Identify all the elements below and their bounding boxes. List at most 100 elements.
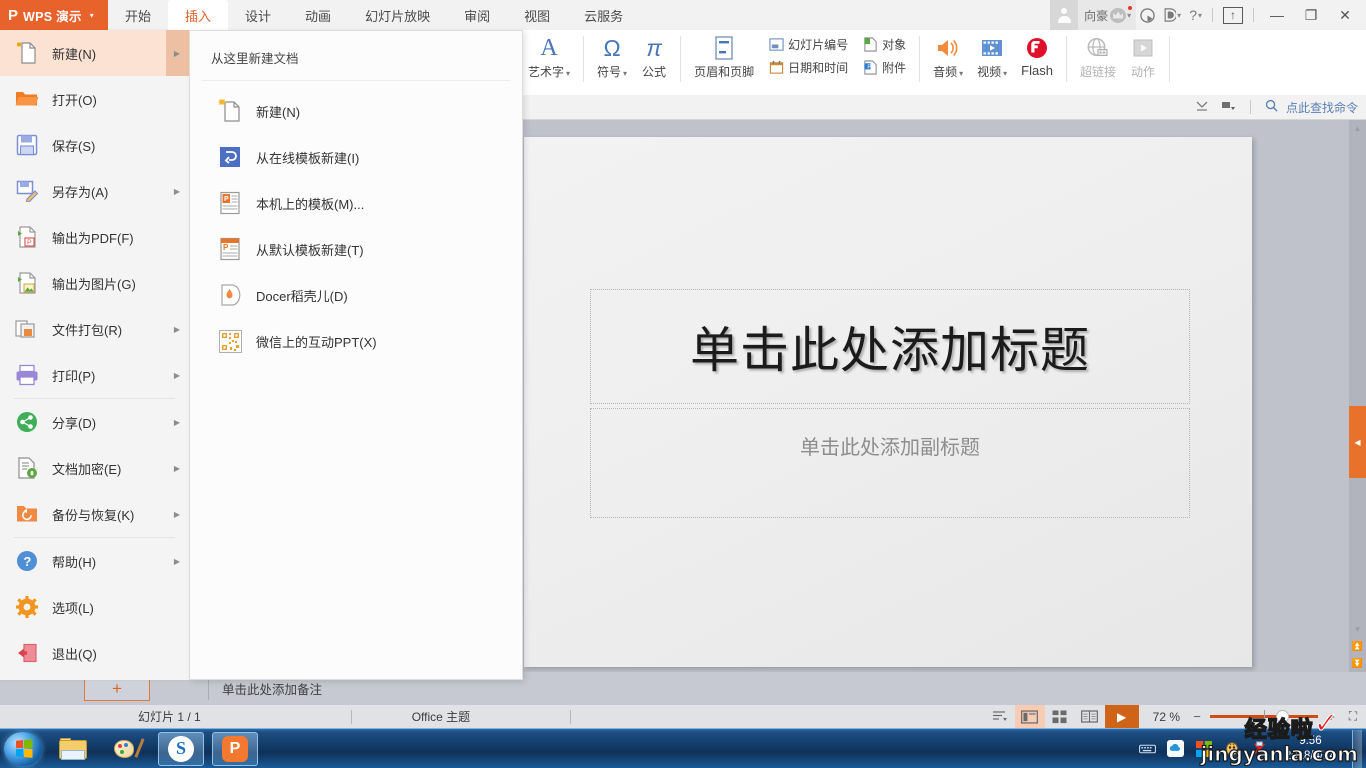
- share-upload-button[interactable]: [1219, 0, 1247, 30]
- file-menu-item-encrypt[interactable]: 文档加密(E) ▶: [0, 445, 189, 491]
- reading-view-button[interactable]: [1075, 705, 1105, 728]
- avatar[interactable]: [1050, 0, 1079, 30]
- attachment-button[interactable]: P 附件: [859, 58, 909, 77]
- tab-design[interactable]: 设计: [228, 0, 288, 30]
- slide-number-button[interactable]: 幻灯片编号: [765, 35, 851, 54]
- search-input[interactable]: 点此查找命令: [1286, 99, 1358, 116]
- file-menu-item-print[interactable]: 打印(P) ▶: [0, 352, 189, 398]
- antivirus-icon[interactable]: [1251, 740, 1269, 758]
- search-icon[interactable]: [1261, 99, 1282, 115]
- file-menu-item-export-image[interactable]: 输出为图片(G): [0, 260, 189, 306]
- chevron-right-icon: ▶: [173, 417, 180, 427]
- action-button[interactable]: 动作: [1123, 30, 1163, 80]
- tab-view[interactable]: 视图: [507, 0, 567, 30]
- audio-button[interactable]: 音频 ▾: [926, 30, 970, 80]
- theme-label[interactable]: Office 主题: [412, 708, 470, 725]
- file-menu-item-backup[interactable]: 备份与恢复(K) ▶: [0, 491, 189, 537]
- security-shield-button[interactable]: [1136, 0, 1159, 30]
- file-menu-item-open[interactable]: 打开(O): [0, 76, 189, 122]
- tab-slideshow[interactable]: 幻灯片放映: [348, 0, 447, 30]
- zoom-slider[interactable]: [1210, 710, 1318, 723]
- maximize-restore-button[interactable]: ❐: [1294, 0, 1328, 30]
- normal-view-button[interactable]: [1014, 705, 1045, 728]
- ribbon-options-icon[interactable]: [1217, 100, 1240, 115]
- start-slideshow-button[interactable]: ▶: [1104, 705, 1139, 728]
- tab-insert[interactable]: 插入: [168, 0, 229, 30]
- title-placeholder[interactable]: 单击此处添加标题: [590, 289, 1190, 404]
- attachment-label: 附件: [882, 61, 907, 75]
- object-button[interactable]: 对象: [859, 35, 909, 54]
- wps-app-menu-button[interactable]: P WPS 演示 ▾: [0, 0, 108, 30]
- divider: [919, 36, 921, 82]
- formula-button[interactable]: π 公式: [634, 30, 674, 80]
- date-time-button[interactable]: 日期和时间: [765, 58, 851, 77]
- backup-button[interactable]: ▾: [1159, 0, 1185, 30]
- chevron-down-icon[interactable]: ▾: [1127, 11, 1131, 20]
- file-menu-item-save-as[interactable]: 另存为(A) ▶: [0, 168, 189, 214]
- file-menu-item-share[interactable]: 分享(D) ▶: [0, 399, 189, 445]
- taskbar-wps-presentation[interactable]: P: [212, 731, 258, 766]
- file-menu-item-package[interactable]: 文件打包(R) ▶: [0, 306, 189, 352]
- flyout-item-docer[interactable]: Docer稻壳儿(D): [190, 272, 522, 318]
- flyout-item-wechat-ppt[interactable]: 微信上的互动PPT(X): [190, 318, 522, 364]
- taskbar-file-explorer[interactable]: [50, 732, 96, 766]
- previous-slide-icon[interactable]: ⏫: [1349, 638, 1366, 655]
- flyout-item-online-template[interactable]: 从在线模板新建(I): [190, 134, 522, 180]
- flyout-item-new[interactable]: 新建(N): [190, 88, 522, 134]
- chevron-down-icon[interactable]: ▾: [90, 11, 94, 20]
- help-button[interactable]: ? ▾: [1185, 0, 1206, 30]
- file-menu-item-help[interactable]: ? 帮助(H) ▶: [0, 538, 189, 584]
- member-badge-button[interactable]: ▾: [1110, 0, 1137, 30]
- notes-placeholder[interactable]: 单击此处添加备注: [222, 679, 322, 698]
- taskbar-clock[interactable]: 9:56 2018/4/14: [1279, 734, 1342, 763]
- flash-button[interactable]: Flash: [1014, 30, 1060, 78]
- taskbar-paint[interactable]: [104, 732, 150, 766]
- collapse-ribbon-icon[interactable]: [1191, 100, 1213, 115]
- start-button[interactable]: [4, 731, 42, 766]
- zoom-in-button[interactable]: +: [1322, 709, 1340, 724]
- fit-to-window-button[interactable]: ⛶: [1340, 709, 1366, 724]
- slide-sorter-view-button[interactable]: [1045, 705, 1075, 728]
- wps-logo-icon: P: [8, 6, 19, 24]
- zoom-slider-handle[interactable]: [1276, 710, 1289, 723]
- header-footer-button[interactable]: 页眉和页脚: [687, 30, 761, 80]
- file-menu-item-exit[interactable]: 退出(Q): [0, 630, 189, 676]
- tab-home[interactable]: 开始: [108, 0, 168, 30]
- chevron-down-icon[interactable]: ▾: [1177, 11, 1181, 20]
- file-menu-item-save[interactable]: 保存(S): [0, 122, 189, 168]
- hyperlink-globe-icon: [1086, 34, 1110, 62]
- close-button[interactable]: ✕: [1328, 0, 1362, 30]
- vertical-scrollbar[interactable]: ▲ ◀ ▼ ⏫ ⏬: [1349, 120, 1366, 672]
- taskbar-sogou-browser[interactable]: S: [158, 731, 204, 766]
- file-menu-item-options[interactable]: 选项(L): [0, 584, 189, 630]
- outline-view-button[interactable]: [985, 705, 1015, 728]
- show-desktop-button[interactable]: [1352, 729, 1362, 768]
- scrollbar-thumb[interactable]: ◀: [1349, 406, 1366, 478]
- scroll-up-arrow-icon[interactable]: ▲: [1349, 120, 1366, 137]
- video-button[interactable]: 视频 ▾: [970, 30, 1014, 80]
- keyboard-ime-icon[interactable]: [1139, 740, 1157, 758]
- slide-canvas[interactable]: 单击此处添加标题 单击此处添加副标题: [524, 137, 1252, 667]
- tab-animation[interactable]: 动画: [288, 0, 348, 30]
- file-menu-item-export-pdf[interactable]: P 输出为PDF(F): [0, 214, 189, 260]
- backup-restore-icon: [14, 501, 40, 527]
- chevron-down-icon[interactable]: ▾: [1198, 11, 1202, 20]
- scroll-down-arrow-icon[interactable]: ▼: [1349, 621, 1366, 638]
- microsoft-tray-icon[interactable]: [1195, 740, 1213, 758]
- add-slide-button[interactable]: +: [84, 676, 150, 701]
- symbol-button[interactable]: Ω 符号 ▾: [590, 30, 634, 80]
- cloud-sync-icon[interactable]: [1167, 740, 1185, 758]
- username-label[interactable]: 向豪: [1078, 0, 1111, 30]
- zoom-out-button[interactable]: −: [1188, 709, 1206, 724]
- tab-review[interactable]: 审阅: [447, 0, 507, 30]
- flyout-item-default-template[interactable]: P 从默认模板新建(T): [190, 226, 522, 272]
- hyperlink-button[interactable]: 超链接: [1073, 30, 1123, 80]
- qq-pet-icon[interactable]: [1223, 740, 1241, 758]
- tab-cloud-service[interactable]: 云服务: [567, 0, 640, 30]
- wordart-button[interactable]: A 艺术字 ▾: [521, 30, 577, 80]
- minimize-button[interactable]: —: [1260, 0, 1294, 30]
- file-menu-item-new[interactable]: 新建(N) ▶: [0, 30, 189, 76]
- flyout-item-local-template[interactable]: P 本机上的模板(M)...: [190, 180, 522, 226]
- subtitle-placeholder[interactable]: 单击此处添加副标题: [590, 408, 1190, 518]
- next-slide-icon[interactable]: ⏬: [1349, 655, 1366, 672]
